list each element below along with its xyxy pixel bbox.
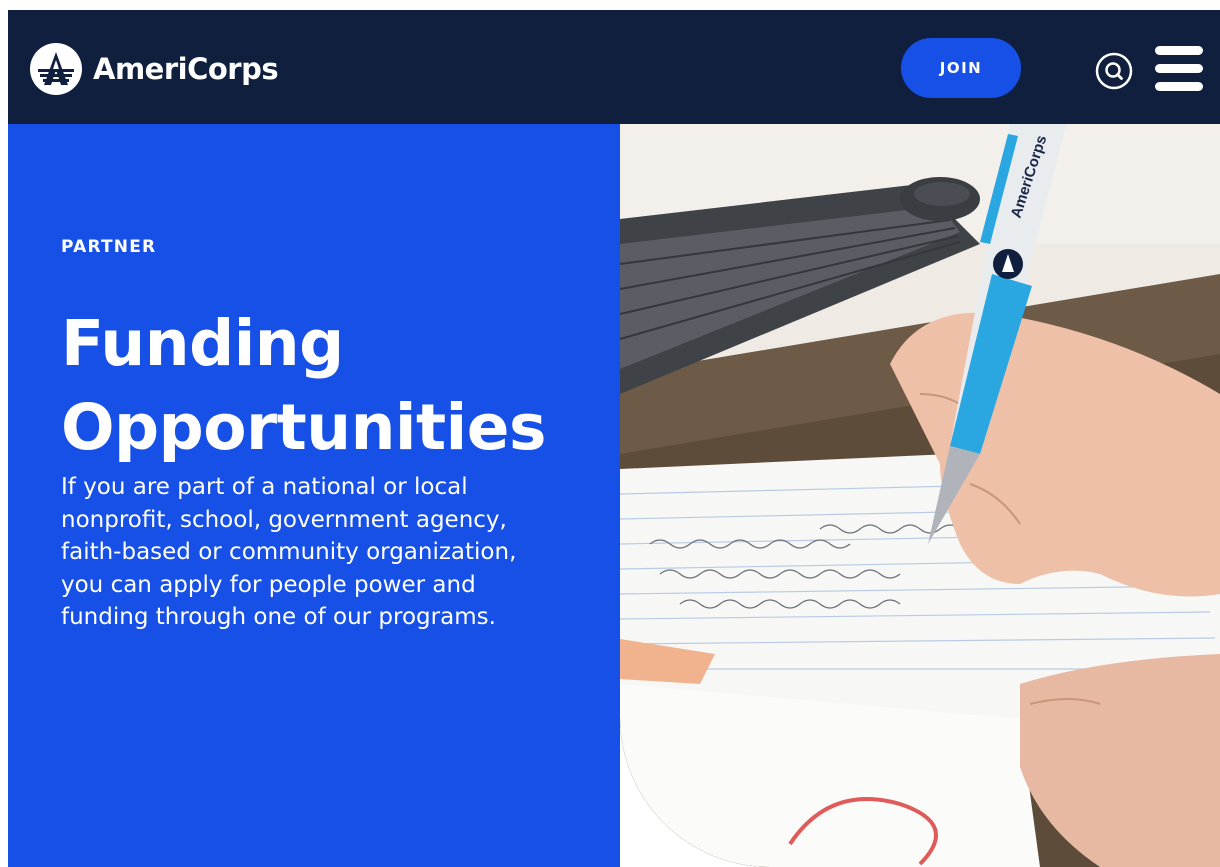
hero-text-panel: PARTNER Funding Opportunities If you are… — [8, 124, 620, 867]
hamburger-menu-icon[interactable] — [1155, 46, 1203, 92]
hand-writing-with-pen-illustration: AmeriCorps — [620, 124, 1220, 867]
hero-description: If you are part of a national or local n… — [61, 474, 517, 630]
site-header: AmeriCorps JOIN — [8, 10, 1220, 124]
search-icon[interactable] — [1095, 52, 1133, 90]
page-title: Funding Opportunities — [61, 307, 546, 464]
americorps-logo-icon — [30, 43, 82, 95]
page-frame: AmeriCorps JOIN PARTNER Funding Opportun… — [8, 10, 1220, 867]
americorps-logo-link[interactable]: AmeriCorps — [30, 43, 279, 95]
hero-image: AmeriCorps — [620, 124, 1220, 867]
hero-eyebrow: PARTNER — [61, 237, 157, 257]
brand-name: AmeriCorps — [93, 52, 279, 86]
join-button[interactable]: JOIN — [901, 38, 1021, 98]
